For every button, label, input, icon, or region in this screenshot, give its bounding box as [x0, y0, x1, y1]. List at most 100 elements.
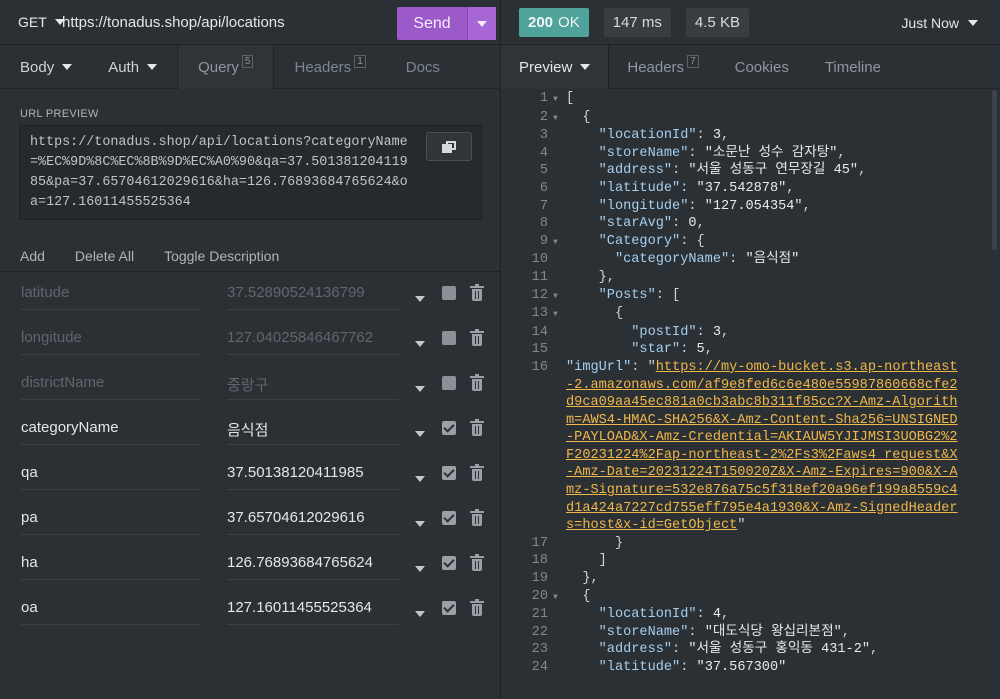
send-button[interactable]: Send — [397, 7, 467, 40]
json-token: , — [721, 324, 730, 340]
param-name-input[interactable]: districtName — [21, 374, 201, 400]
fold-arrow-icon — [550, 659, 566, 677]
copy-url-button[interactable] — [426, 132, 472, 161]
image-url-link[interactable]: https://my-omo-bucket.s3.ap-northeast-2.… — [566, 360, 958, 533]
trash-icon[interactable] — [470, 464, 484, 481]
toggle-description-button[interactable]: Toggle Description — [164, 248, 279, 264]
param-options-dropdown[interactable] — [415, 289, 425, 305]
param-options-dropdown[interactable] — [415, 559, 425, 575]
param-value-input[interactable]: 37.52890524136799 — [227, 284, 399, 310]
param-options-dropdown[interactable] — [415, 514, 425, 530]
trash-icon[interactable] — [470, 284, 484, 301]
param-value-input[interactable]: 126.76893684765624 — [227, 554, 399, 580]
code-text: "starAvg": 0, — [566, 215, 705, 233]
param-name-input[interactable]: ha — [21, 554, 201, 580]
trash-icon[interactable] — [470, 419, 484, 436]
fold-arrow-icon[interactable]: ▼ — [550, 588, 566, 607]
tab-headers[interactable]: Headers 1 — [274, 45, 385, 89]
param-name-input[interactable]: longitude — [21, 329, 201, 355]
param-name-input[interactable]: latitude — [21, 284, 201, 310]
param-name-input[interactable]: oa — [21, 599, 201, 625]
chevron-down-icon — [477, 20, 487, 27]
param-enabled-checkbox[interactable] — [442, 286, 456, 300]
code-text: "imgUrl": "https://my-omo-bucket.s3.ap-n… — [566, 359, 962, 535]
fold-arrow-icon[interactable]: ▼ — [550, 287, 566, 306]
fold-arrow-icon[interactable]: ▼ — [550, 233, 566, 252]
code-text: "categoryName": "음식점" — [566, 251, 799, 269]
tab-cookies[interactable]: Cookies — [717, 45, 807, 89]
param-value-input[interactable]: 중랑구 — [227, 374, 399, 400]
scrollbar[interactable] — [992, 90, 997, 250]
param-options-dropdown[interactable] — [415, 604, 425, 620]
param-value-input[interactable]: 음식점 — [227, 419, 399, 445]
tab-timeline[interactable]: Timeline — [807, 45, 899, 89]
param-options-dropdown[interactable] — [415, 379, 425, 395]
response-body-viewer[interactable]: 1 ▼[2 ▼ {3 "locationId": 3, 4 "storeName": … — [501, 90, 991, 677]
code-text: } — [566, 535, 623, 553]
param-value-input[interactable]: 37.65704612029616 — [227, 509, 399, 535]
chevron-down-icon — [415, 611, 425, 617]
param-enabled-checkbox[interactable] — [442, 331, 456, 345]
chevron-down-icon — [147, 64, 158, 70]
json-key: "storeName" — [598, 624, 689, 640]
param-enabled-checkbox[interactable] — [442, 511, 456, 525]
param-options-dropdown[interactable] — [415, 334, 425, 350]
param-name-input[interactable]: categoryName — [21, 419, 201, 445]
json-key: "address" — [598, 163, 673, 179]
trash-icon[interactable] — [470, 329, 484, 346]
line-number: 1 — [539, 91, 548, 106]
fold-arrow-icon[interactable]: ▼ — [550, 109, 566, 128]
param-value-input[interactable]: 127.16011455525364 — [227, 599, 399, 625]
param-enabled-checkbox[interactable] — [442, 466, 456, 480]
response-status-bar: 200 OK 147 ms 4.5 KB Just Now — [501, 0, 1000, 45]
trash-icon[interactable] — [470, 554, 484, 571]
code-text: { — [566, 588, 590, 607]
param-value-input[interactable]: 37.50138120411985 — [227, 464, 399, 490]
tab-preview[interactable]: Preview — [501, 45, 610, 89]
line-number: 24 — [531, 660, 548, 675]
code-line: 23 "address": "서울 성동구 홍익동 431-2", — [501, 641, 991, 659]
param-name-input[interactable]: pa — [21, 509, 201, 535]
code-text: "locationId": 4, — [566, 606, 730, 624]
code-line: 10 "categoryName": "음식점" — [501, 251, 991, 269]
trash-icon[interactable] — [470, 509, 484, 526]
param-enabled-checkbox[interactable] — [442, 556, 456, 570]
add-param-button[interactable]: Add — [20, 248, 45, 264]
tab-body[interactable]: Body — [0, 45, 92, 89]
code-line: 17 } — [501, 535, 991, 553]
line-number: 9 — [539, 233, 548, 249]
param-options-dropdown[interactable] — [415, 424, 425, 440]
trash-icon[interactable] — [470, 374, 484, 391]
status-text: OK — [558, 13, 580, 31]
param-enabled-checkbox[interactable] — [442, 376, 456, 390]
param-name-input[interactable]: qa — [21, 464, 201, 490]
code-line: 8 "starAvg": 0, — [501, 215, 991, 233]
param-options-dropdown[interactable] — [415, 469, 425, 485]
fold-arrow-icon[interactable]: ▼ — [550, 305, 566, 324]
history-dropdown[interactable]: Just Now — [901, 15, 978, 31]
code-line: 18 ] — [501, 552, 991, 570]
tab-auth[interactable]: Auth — [92, 45, 177, 89]
chevron-down-icon — [415, 386, 425, 392]
param-enabled-checkbox[interactable] — [442, 601, 456, 615]
fold-arrow-icon — [550, 341, 566, 359]
send-options-dropdown[interactable] — [467, 7, 496, 40]
method-selector[interactable]: GET — [0, 14, 65, 30]
param-enabled-checkbox[interactable] — [442, 421, 456, 435]
param-value-input[interactable]: 127.04025846467762 — [227, 329, 399, 355]
tab-response-headers[interactable]: Headers 7 — [609, 45, 716, 89]
json-token: : — [680, 342, 697, 358]
json-token: : — [696, 324, 713, 340]
tab-query[interactable]: Query 5 — [177, 45, 275, 89]
fold-arrow-icon — [550, 570, 566, 588]
tab-docs[interactable]: Docs — [386, 45, 460, 89]
chevron-down-icon — [62, 64, 73, 70]
code-text: ] — [566, 552, 607, 570]
delete-all-button[interactable]: Delete All — [75, 248, 134, 264]
fold-arrow-icon[interactable]: ▼ — [550, 90, 566, 109]
request-pane: GET https://tonadus.shop/api/locations S… — [0, 0, 501, 699]
trash-icon[interactable] — [470, 599, 484, 616]
fold-arrow-icon — [550, 251, 566, 269]
